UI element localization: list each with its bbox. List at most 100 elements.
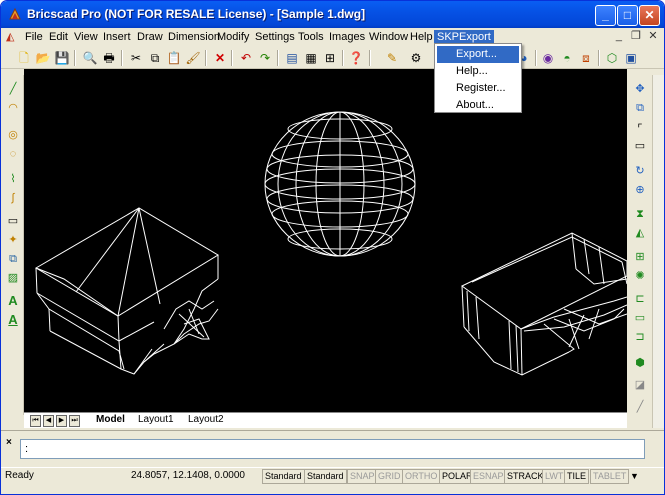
menu-modify[interactable]: Modify bbox=[214, 30, 252, 45]
design-center-icon[interactable]: ⊞ bbox=[321, 49, 339, 67]
menu-edit[interactable]: Edit bbox=[46, 30, 71, 45]
status-tile[interactable]: TILE bbox=[564, 469, 590, 484]
rotate-icon[interactable]: ↻ bbox=[632, 163, 648, 179]
menu-settings[interactable]: Settings bbox=[252, 30, 298, 45]
menu-tools[interactable]: Tools bbox=[295, 30, 327, 45]
ellipse-arc-icon[interactable]: ◌ bbox=[5, 146, 21, 162]
print-icon[interactable]: 🖶 bbox=[100, 49, 118, 67]
point-icon[interactable]: ✦ bbox=[5, 232, 21, 248]
copy-icon[interactable]: ⧉ bbox=[146, 49, 164, 67]
arc-icon[interactable]: ◠ bbox=[5, 100, 21, 116]
menu-file[interactable]: File bbox=[22, 30, 46, 45]
command-area: × : bbox=[1, 430, 664, 466]
wireframe-sphere bbox=[264, 111, 416, 257]
solid-icon[interactable]: ⬢ bbox=[632, 355, 648, 371]
orbit-icon[interactable]: ◉ bbox=[539, 49, 557, 67]
mdi-restore-button[interactable]: ❐ bbox=[629, 30, 643, 44]
menu-item-help[interactable]: Help... bbox=[437, 63, 519, 80]
minimize-button[interactable]: _ bbox=[595, 5, 616, 26]
offset-icon[interactable]: ⊏ bbox=[632, 291, 648, 307]
mdi-close-button[interactable]: ✕ bbox=[646, 30, 660, 44]
erase-icon[interactable]: ◪ bbox=[632, 377, 648, 393]
chamfer-icon[interactable]: ▭ bbox=[632, 138, 648, 154]
command-close-icon[interactable]: × bbox=[6, 437, 12, 448]
move-icon[interactable]: ✥ bbox=[632, 81, 648, 97]
status-dimstyle[interactable]: Standard bbox=[304, 469, 347, 484]
hatch-icon[interactable]: ▨ bbox=[5, 270, 21, 286]
bricscad-app-icon bbox=[9, 7, 21, 20]
menu-item-register[interactable]: Register... bbox=[437, 80, 519, 97]
first-tab-button[interactable]: ⏮ bbox=[30, 415, 41, 427]
tab-layout2[interactable]: Layout2 bbox=[188, 414, 224, 425]
pencil-icon[interactable]: ✎ bbox=[383, 49, 401, 67]
status-menu-arrow-icon[interactable]: ▼ bbox=[630, 469, 639, 484]
close-button[interactable]: ✕ bbox=[639, 5, 660, 26]
match-properties-icon[interactable]: 🖌 bbox=[184, 49, 202, 67]
status-esnap[interactable]: ESNAP bbox=[470, 469, 507, 484]
layers-icon[interactable]: ▣ bbox=[622, 49, 640, 67]
tab-model[interactable]: Model bbox=[96, 414, 125, 425]
drawing-canvas[interactable] bbox=[24, 69, 627, 412]
array-icon[interactable]: ◭ bbox=[632, 225, 648, 241]
save-icon[interactable]: 💾 bbox=[53, 49, 71, 67]
stretch-icon[interactable]: ▭ bbox=[632, 310, 648, 326]
line-icon[interactable]: ╱ bbox=[5, 81, 21, 97]
paste-icon[interactable]: 📋 bbox=[165, 49, 183, 67]
menu-insert[interactable]: Insert bbox=[100, 30, 134, 45]
menu-images[interactable]: Images bbox=[326, 30, 368, 45]
menu-help[interactable]: Help bbox=[407, 30, 436, 45]
rectangle-icon[interactable]: ▭ bbox=[5, 213, 21, 229]
print-preview-icon[interactable]: 🔍 bbox=[81, 49, 99, 67]
prev-tab-button[interactable]: ◀ bbox=[43, 415, 54, 427]
status-grid[interactable]: GRID bbox=[375, 469, 404, 484]
tab-layout1[interactable]: Layout1 bbox=[138, 414, 174, 425]
app-window: Bricscad Pro (NOT FOR RESALE License) - … bbox=[0, 0, 665, 495]
menu-window[interactable]: Window bbox=[366, 30, 411, 45]
undo-icon[interactable]: ↶ bbox=[237, 49, 255, 67]
help-icon[interactable]: ❓ bbox=[347, 49, 365, 67]
title-bar[interactable]: Bricscad Pro (NOT FOR RESALE License) - … bbox=[1, 1, 664, 29]
last-tab-button[interactable]: ⏭ bbox=[69, 415, 80, 427]
menu-view[interactable]: View bbox=[71, 30, 101, 45]
insert-block-icon[interactable]: ⧉ bbox=[5, 251, 21, 267]
status-ortho[interactable]: ORTHO bbox=[402, 469, 441, 484]
trim-icon[interactable]: ⊐ bbox=[632, 329, 648, 345]
scale-icon[interactable]: ⊕ bbox=[632, 182, 648, 198]
next-tab-button[interactable]: ▶ bbox=[56, 415, 67, 427]
maximize-button[interactable]: □ bbox=[617, 5, 638, 26]
grid-array-icon[interactable]: ⊞ bbox=[632, 249, 648, 265]
delete-icon[interactable]: ✕ bbox=[211, 49, 229, 67]
text-icon[interactable]: A bbox=[5, 293, 21, 309]
viewpoint-icon[interactable]: ⧈ bbox=[577, 49, 595, 67]
cut-icon[interactable]: ✂ bbox=[127, 49, 145, 67]
explorer-icon[interactable]: ▦ bbox=[302, 49, 320, 67]
box-icon[interactable]: ⬡ bbox=[603, 49, 621, 67]
open-folder-icon[interactable]: 📂 bbox=[34, 49, 52, 67]
redo-icon[interactable]: ↷ bbox=[256, 49, 274, 67]
status-tablet[interactable]: TABLET bbox=[590, 469, 630, 484]
status-textstyle[interactable]: Standard bbox=[262, 469, 305, 484]
menu-item-export[interactable]: Export... bbox=[437, 46, 519, 63]
fillet-icon[interactable]: ⌜ bbox=[632, 121, 648, 137]
menu-item-about[interactable]: About... bbox=[437, 97, 519, 114]
menu-draw[interactable]: Draw bbox=[134, 30, 166, 45]
copy-entity-icon[interactable]: ⧉ bbox=[632, 100, 648, 116]
status-lwt[interactable]: LWT bbox=[542, 469, 567, 484]
explode-icon[interactable]: ✺ bbox=[632, 268, 648, 284]
mdi-minimize-button[interactable]: _ bbox=[612, 30, 626, 44]
circle-icon[interactable]: ◎ bbox=[5, 127, 21, 143]
mirror-icon[interactable]: ⧗ bbox=[632, 206, 648, 222]
status-strack[interactable]: STRACK bbox=[504, 469, 547, 484]
command-line-input[interactable]: : bbox=[20, 439, 645, 459]
properties-icon[interactable]: ▤ bbox=[283, 49, 301, 67]
document-icon[interactable]: ◭ bbox=[6, 30, 20, 44]
mtext-icon[interactable]: A bbox=[5, 312, 21, 328]
vertical-scrollbar[interactable] bbox=[652, 75, 664, 428]
view-icon[interactable]: ◓ bbox=[558, 49, 576, 67]
polyline-icon[interactable]: ⌇ bbox=[5, 171, 21, 187]
break-icon[interactable]: ╱ bbox=[632, 399, 648, 415]
new-file-icon[interactable]: 🗋 bbox=[15, 49, 33, 67]
status-snap[interactable]: SNAP bbox=[347, 469, 378, 484]
spline-icon[interactable]: ∫ bbox=[5, 190, 21, 206]
tool-icon[interactable]: ⚙ bbox=[407, 49, 425, 67]
